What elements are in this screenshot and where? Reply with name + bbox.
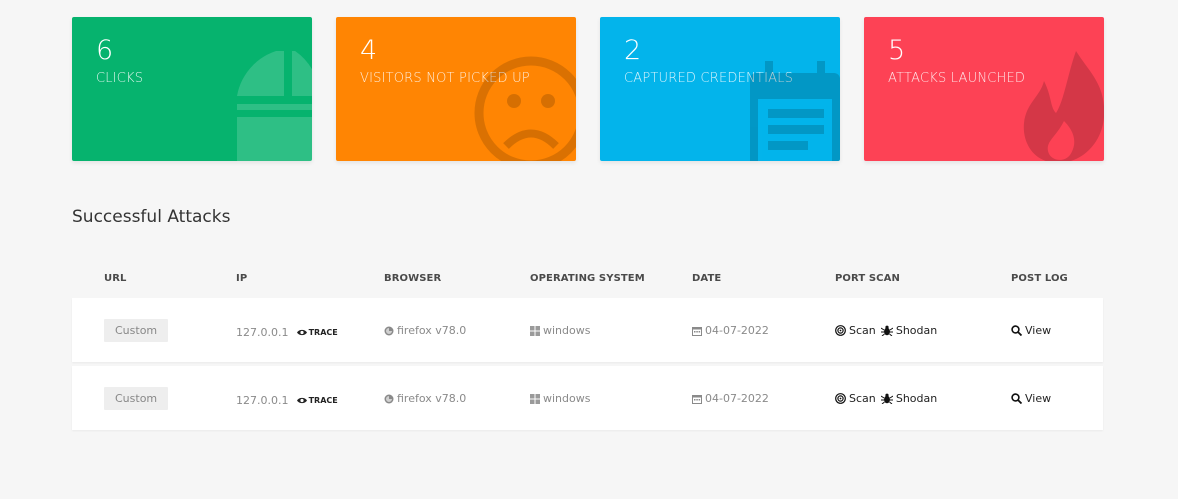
stat-card-attacks[interactable]: 5 ATTACKS LAUNCHED xyxy=(864,17,1104,161)
view-link[interactable]: View xyxy=(1011,324,1051,337)
browser-value: firefox v78.0 xyxy=(384,324,466,337)
trace-link[interactable]: TRACE xyxy=(296,327,338,337)
browser-text: firefox v78.0 xyxy=(397,392,467,405)
section-title: Successful Attacks xyxy=(72,207,231,227)
dashboard: 6 CLICKS 4 VISITORS NOT PICKED UP 2 CAPT xyxy=(0,0,1178,499)
shodan-label: Shodan xyxy=(895,323,938,337)
ip-value: 127.0.0.1 xyxy=(236,325,289,339)
stat-card-visitors[interactable]: 4 VISITORS NOT PICKED UP xyxy=(336,17,576,161)
view-link[interactable]: View xyxy=(1011,392,1051,405)
scan-link[interactable]: Scan xyxy=(835,392,876,405)
stat-card-clicks[interactable]: 6 CLICKS xyxy=(72,17,312,161)
stat-value: 2 xyxy=(624,35,642,66)
header-browser: BROWSER xyxy=(384,272,442,284)
date-text: 04-07-2022 xyxy=(705,324,769,337)
browser-value: firefox v78.0 xyxy=(384,392,466,405)
header-port-scan: PORT SCAN xyxy=(835,272,900,284)
stat-value: 5 xyxy=(888,35,906,66)
os-value: windows xyxy=(530,392,590,405)
os-value: windows xyxy=(530,324,590,337)
shodan-link[interactable]: Shodan xyxy=(880,391,938,405)
view-label: View xyxy=(1025,323,1052,337)
scan-link[interactable]: Scan xyxy=(835,324,876,337)
stat-value: 6 xyxy=(96,35,114,66)
target-icon xyxy=(835,324,846,336)
calendar-icon xyxy=(692,326,702,336)
header-os: OPERATING SYSTEM xyxy=(530,272,645,284)
url-badge: Custom xyxy=(104,386,169,410)
eye-icon xyxy=(296,397,307,403)
chart-icon xyxy=(237,51,312,161)
table-row: Custom 127.0.0.1 TRACE firefox v78.0 win… xyxy=(72,298,1103,362)
attacks-table: URL IP BROWSER OPERATING SYSTEM DATE POR… xyxy=(72,258,1103,434)
table-header: URL IP BROWSER OPERATING SYSTEM DATE POR… xyxy=(72,258,1103,298)
trace-label: TRACE xyxy=(308,395,338,405)
scan-label: Scan xyxy=(849,323,876,337)
shodan-link[interactable]: Shodan xyxy=(880,323,938,337)
eye-icon xyxy=(296,329,307,335)
fire-icon xyxy=(1023,51,1104,161)
stat-card-credentials[interactable]: 2 CAPTURED CREDENTIALS xyxy=(600,17,840,161)
target-icon xyxy=(835,392,846,404)
os-text: windows xyxy=(543,324,591,337)
url-badge: Custom xyxy=(104,318,169,342)
date-text: 04-07-2022 xyxy=(705,392,769,405)
trace-link[interactable]: TRACE xyxy=(296,395,338,405)
stat-value: 4 xyxy=(360,35,378,66)
shodan-label: Shodan xyxy=(895,391,938,405)
calendar-form-icon xyxy=(750,61,840,161)
header-date: DATE xyxy=(692,272,722,284)
scan-label: Scan xyxy=(849,391,876,405)
search-icon xyxy=(1011,392,1022,404)
windows-icon xyxy=(530,393,540,404)
search-icon xyxy=(1011,324,1022,336)
firefox-icon xyxy=(384,326,394,335)
stat-cards: 6 CLICKS 4 VISITORS NOT PICKED UP 2 CAPT xyxy=(72,17,1104,161)
header-url: URL xyxy=(104,272,127,284)
windows-icon xyxy=(530,325,540,336)
ip-value: 127.0.0.1 xyxy=(236,393,289,407)
header-post-log: POST LOG xyxy=(1011,272,1068,284)
date-value: 04-07-2022 xyxy=(692,324,769,337)
trace-label: TRACE xyxy=(308,327,338,337)
calendar-icon xyxy=(692,394,702,404)
header-ip: IP xyxy=(236,272,248,284)
view-label: View xyxy=(1025,391,1052,405)
bug-icon xyxy=(880,393,893,404)
bug-icon xyxy=(880,325,893,336)
os-text: windows xyxy=(543,392,591,405)
date-value: 04-07-2022 xyxy=(692,392,769,405)
browser-text: firefox v78.0 xyxy=(397,324,467,337)
sad-face-icon xyxy=(474,56,576,161)
firefox-icon xyxy=(384,394,394,403)
table-row: Custom 127.0.0.1 TRACE firefox v78.0 win… xyxy=(72,366,1103,430)
stat-label: CLICKS xyxy=(96,71,144,86)
